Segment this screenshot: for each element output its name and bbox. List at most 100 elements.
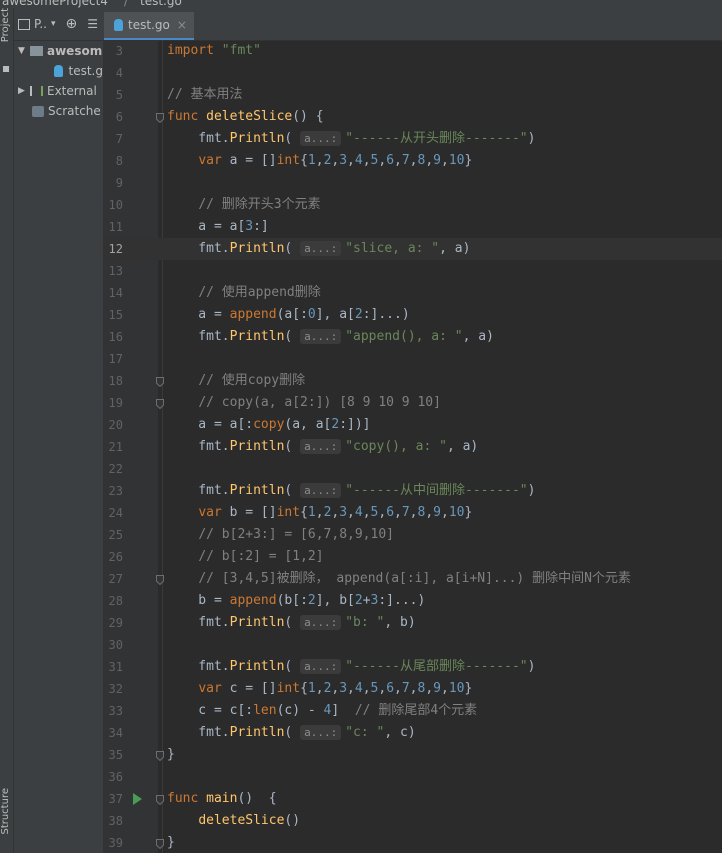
code-line[interactable]: 28 b = append(b[:2], b[2+3:]...) <box>103 590 722 612</box>
fold-marker-icon[interactable] <box>156 112 164 124</box>
dropdown-arrow-icon[interactable]: ▾ <box>51 19 56 29</box>
code-line[interactable]: 10 // 删除开头3个元素 <box>103 194 722 216</box>
code-line[interactable]: 7 fmt.Println( a...: "------从开头删除-------"… <box>103 128 722 150</box>
line-number[interactable]: 8 <box>103 150 123 172</box>
line-number[interactable]: 29 <box>103 612 123 634</box>
line-number[interactable]: 21 <box>103 436 123 458</box>
code-line[interactable]: 38 deleteSlice() <box>103 810 722 832</box>
structure-tool-button[interactable]: Structure <box>0 788 13 835</box>
code-text[interactable]: a = append(a[:0], a[2:]...) <box>167 304 409 326</box>
line-number[interactable]: 31 <box>103 656 123 678</box>
line-number[interactable]: 3 <box>103 40 123 62</box>
code-line[interactable]: 12 fmt.Println( a...: "slice, a: ", a) <box>103 238 722 260</box>
line-number[interactable]: 22 <box>103 458 123 480</box>
code-text[interactable]: fmt.Println( a...: "b: ", b) <box>167 612 416 634</box>
line-number[interactable]: 23 <box>103 480 123 502</box>
code-text[interactable]: var a = []int{1,2,3,4,5,6,7,8,9,10} <box>167 150 472 172</box>
code-line[interactable]: 14 // 使用append删除 <box>103 282 722 304</box>
line-number[interactable]: 12 <box>103 238 123 260</box>
code-line[interactable]: 13 <box>103 260 722 282</box>
line-number[interactable]: 10 <box>103 194 123 216</box>
line-number[interactable]: 18 <box>103 370 123 392</box>
line-number[interactable]: 28 <box>103 590 123 612</box>
code-text[interactable]: fmt.Println( a...: "c: ", c) <box>167 722 416 744</box>
line-number[interactable]: 33 <box>103 700 123 722</box>
code-line[interactable]: 11 a = a[3:] <box>103 216 722 238</box>
code-line[interactable]: 26 // b[:2] = [1,2] <box>103 546 722 568</box>
line-number[interactable]: 15 <box>103 304 123 326</box>
code-text[interactable]: fmt.Println( a...: "copy(), a: ", a) <box>167 436 478 458</box>
tab-test-go[interactable]: test.go × <box>104 12 194 40</box>
line-number[interactable]: 14 <box>103 282 123 304</box>
line-number[interactable]: 17 <box>103 348 123 370</box>
code-text[interactable]: c = c[:len(c) - 4] // 删除尾部4个元素 <box>167 700 477 722</box>
line-number[interactable]: 4 <box>103 62 123 84</box>
line-number[interactable]: 16 <box>103 326 123 348</box>
code-line[interactable]: 31 fmt.Println( a...: "------从尾部删除-------… <box>103 656 722 678</box>
line-number[interactable]: 11 <box>103 216 123 238</box>
line-number[interactable]: 6 <box>103 106 123 128</box>
code-line[interactable]: 18 // 使用copy删除 <box>103 370 722 392</box>
code-text[interactable]: deleteSlice() <box>167 810 300 832</box>
breadcrumb-project[interactable]: awesomeProject4 <box>2 0 108 8</box>
line-number[interactable]: 24 <box>103 502 123 524</box>
project-view-selector[interactable]: P.. <box>34 17 47 31</box>
crosshair-icon[interactable]: ⊕ <box>66 16 78 32</box>
line-number[interactable]: 9 <box>103 172 123 194</box>
code-text[interactable]: // copy(a, a[2:]) [8 9 10 9 10] <box>167 392 441 414</box>
tree-item-test-go[interactable]: test.g <box>14 61 103 81</box>
code-line[interactable]: 19 // copy(a, a[2:]) [8 9 10 9 10] <box>103 392 722 414</box>
code-line[interactable]: 32 var c = []int{1,2,3,4,5,6,7,8,9,10} <box>103 678 722 700</box>
code-line[interactable]: 23 fmt.Println( a...: "------从中间删除-------… <box>103 480 722 502</box>
code-text[interactable]: fmt.Println( a...: "slice, a: ", a) <box>167 238 470 260</box>
code-text[interactable]: var b = []int{1,2,3,4,5,6,7,8,9,10} <box>167 502 472 524</box>
code-line[interactable]: 5 // 基本用法 <box>103 84 722 106</box>
code-text[interactable]: fmt.Println( a...: "------从尾部删除-------") <box>167 656 535 678</box>
line-number[interactable]: 13 <box>103 260 123 282</box>
code-text[interactable]: // b[:2] = [1,2] <box>167 546 323 568</box>
breadcrumb-file[interactable]: test.go <box>140 0 182 8</box>
tree-item-external-libraries[interactable]: ▶ External <box>14 81 103 101</box>
line-number[interactable]: 25 <box>103 524 123 546</box>
code-text[interactable]: var c = []int{1,2,3,4,5,6,7,8,9,10} <box>167 678 472 700</box>
tree-item-project-root[interactable]: ▼ awesom <box>14 41 103 61</box>
fold-marker-icon[interactable] <box>156 574 164 586</box>
line-number[interactable]: 38 <box>103 810 123 832</box>
code-text[interactable]: a = a[:copy(a, a[2:])] <box>167 414 370 436</box>
line-number[interactable]: 26 <box>103 546 123 568</box>
code-text[interactable]: // 使用copy删除 <box>167 370 305 392</box>
fold-marker-icon[interactable] <box>156 376 164 388</box>
line-number[interactable]: 19 <box>103 392 123 414</box>
code-line[interactable]: 33 c = c[:len(c) - 4] // 删除尾部4个元素 <box>103 700 722 722</box>
code-line[interactable]: 25 // b[2+3:] = [6,7,8,9,10] <box>103 524 722 546</box>
project-tool-button[interactable]: Project <box>0 8 13 42</box>
code-line[interactable]: 39} <box>103 832 722 853</box>
code-line[interactable]: 8 var a = []int{1,2,3,4,5,6,7,8,9,10} <box>103 150 722 172</box>
code-line[interactable]: 27 // [3,4,5]被删除， append(a[:i], a[i+N]..… <box>103 568 722 590</box>
code-line[interactable]: 17 <box>103 348 722 370</box>
code-text[interactable]: // 基本用法 <box>167 84 242 106</box>
code-line[interactable]: 15 a = append(a[:0], a[2:]...) <box>103 304 722 326</box>
code-line[interactable]: 9 <box>103 172 722 194</box>
line-number[interactable]: 34 <box>103 722 123 744</box>
code-text[interactable]: a = a[3:] <box>167 216 268 238</box>
code-text[interactable]: // 删除开头3个元素 <box>167 194 320 216</box>
code-text[interactable]: } <box>167 832 175 853</box>
code-text[interactable]: // [3,4,5]被删除， append(a[:i], a[i+N]...) … <box>167 568 631 590</box>
line-number[interactable]: 7 <box>103 128 123 150</box>
code-text[interactable]: func main() { <box>167 788 277 810</box>
code-text[interactable]: } <box>167 744 175 766</box>
line-number[interactable]: 35 <box>103 744 123 766</box>
chevron-right-icon[interactable]: ▶ <box>18 86 30 96</box>
fold-marker-icon[interactable] <box>156 398 164 410</box>
code-line[interactable]: 24 var b = []int{1,2,3,4,5,6,7,8,9,10} <box>103 502 722 524</box>
code-line[interactable]: 30 <box>103 634 722 656</box>
line-number[interactable]: 30 <box>103 634 123 656</box>
code-line[interactable]: 29 fmt.Println( a...: "b: ", b) <box>103 612 722 634</box>
run-icon[interactable] <box>133 793 142 805</box>
line-number[interactable]: 32 <box>103 678 123 700</box>
code-line[interactable]: 16 fmt.Println( a...: "append(), a: ", a) <box>103 326 722 348</box>
line-number[interactable]: 36 <box>103 766 123 788</box>
code-text[interactable]: // 使用append删除 <box>167 282 320 304</box>
collapse-icon[interactable]: ☰ <box>87 17 98 31</box>
